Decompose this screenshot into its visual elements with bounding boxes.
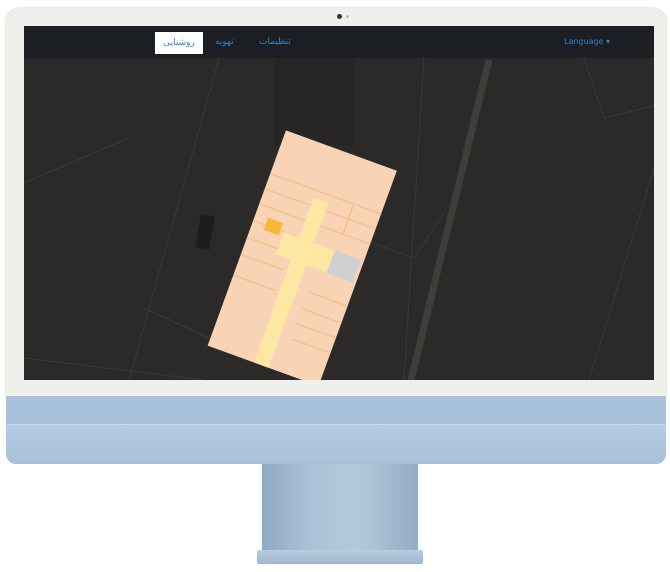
- nav-item-lighting[interactable]: روشنایی: [155, 32, 203, 54]
- screen: روشنایی تهویه تنظیمات Language ▾: [24, 26, 654, 380]
- camera-icon: [337, 14, 342, 19]
- language-dropdown[interactable]: Language ▾: [564, 37, 610, 46]
- nav-item-lighting-label: روشنایی: [163, 38, 195, 48]
- monitor-stand: [262, 464, 418, 552]
- nav-item-settings[interactable]: تنظیمات: [259, 37, 291, 47]
- navbar: روشنایی تهویه تنظیمات Language ▾: [24, 26, 654, 58]
- map-view[interactable]: [24, 58, 654, 380]
- monitor-chin-divider: [6, 424, 666, 425]
- camera-led-icon: [346, 15, 349, 18]
- monitor-stand-base: [257, 550, 423, 564]
- monitor-chin: [6, 396, 666, 464]
- nav-item-ventilation[interactable]: تهویه: [215, 37, 234, 47]
